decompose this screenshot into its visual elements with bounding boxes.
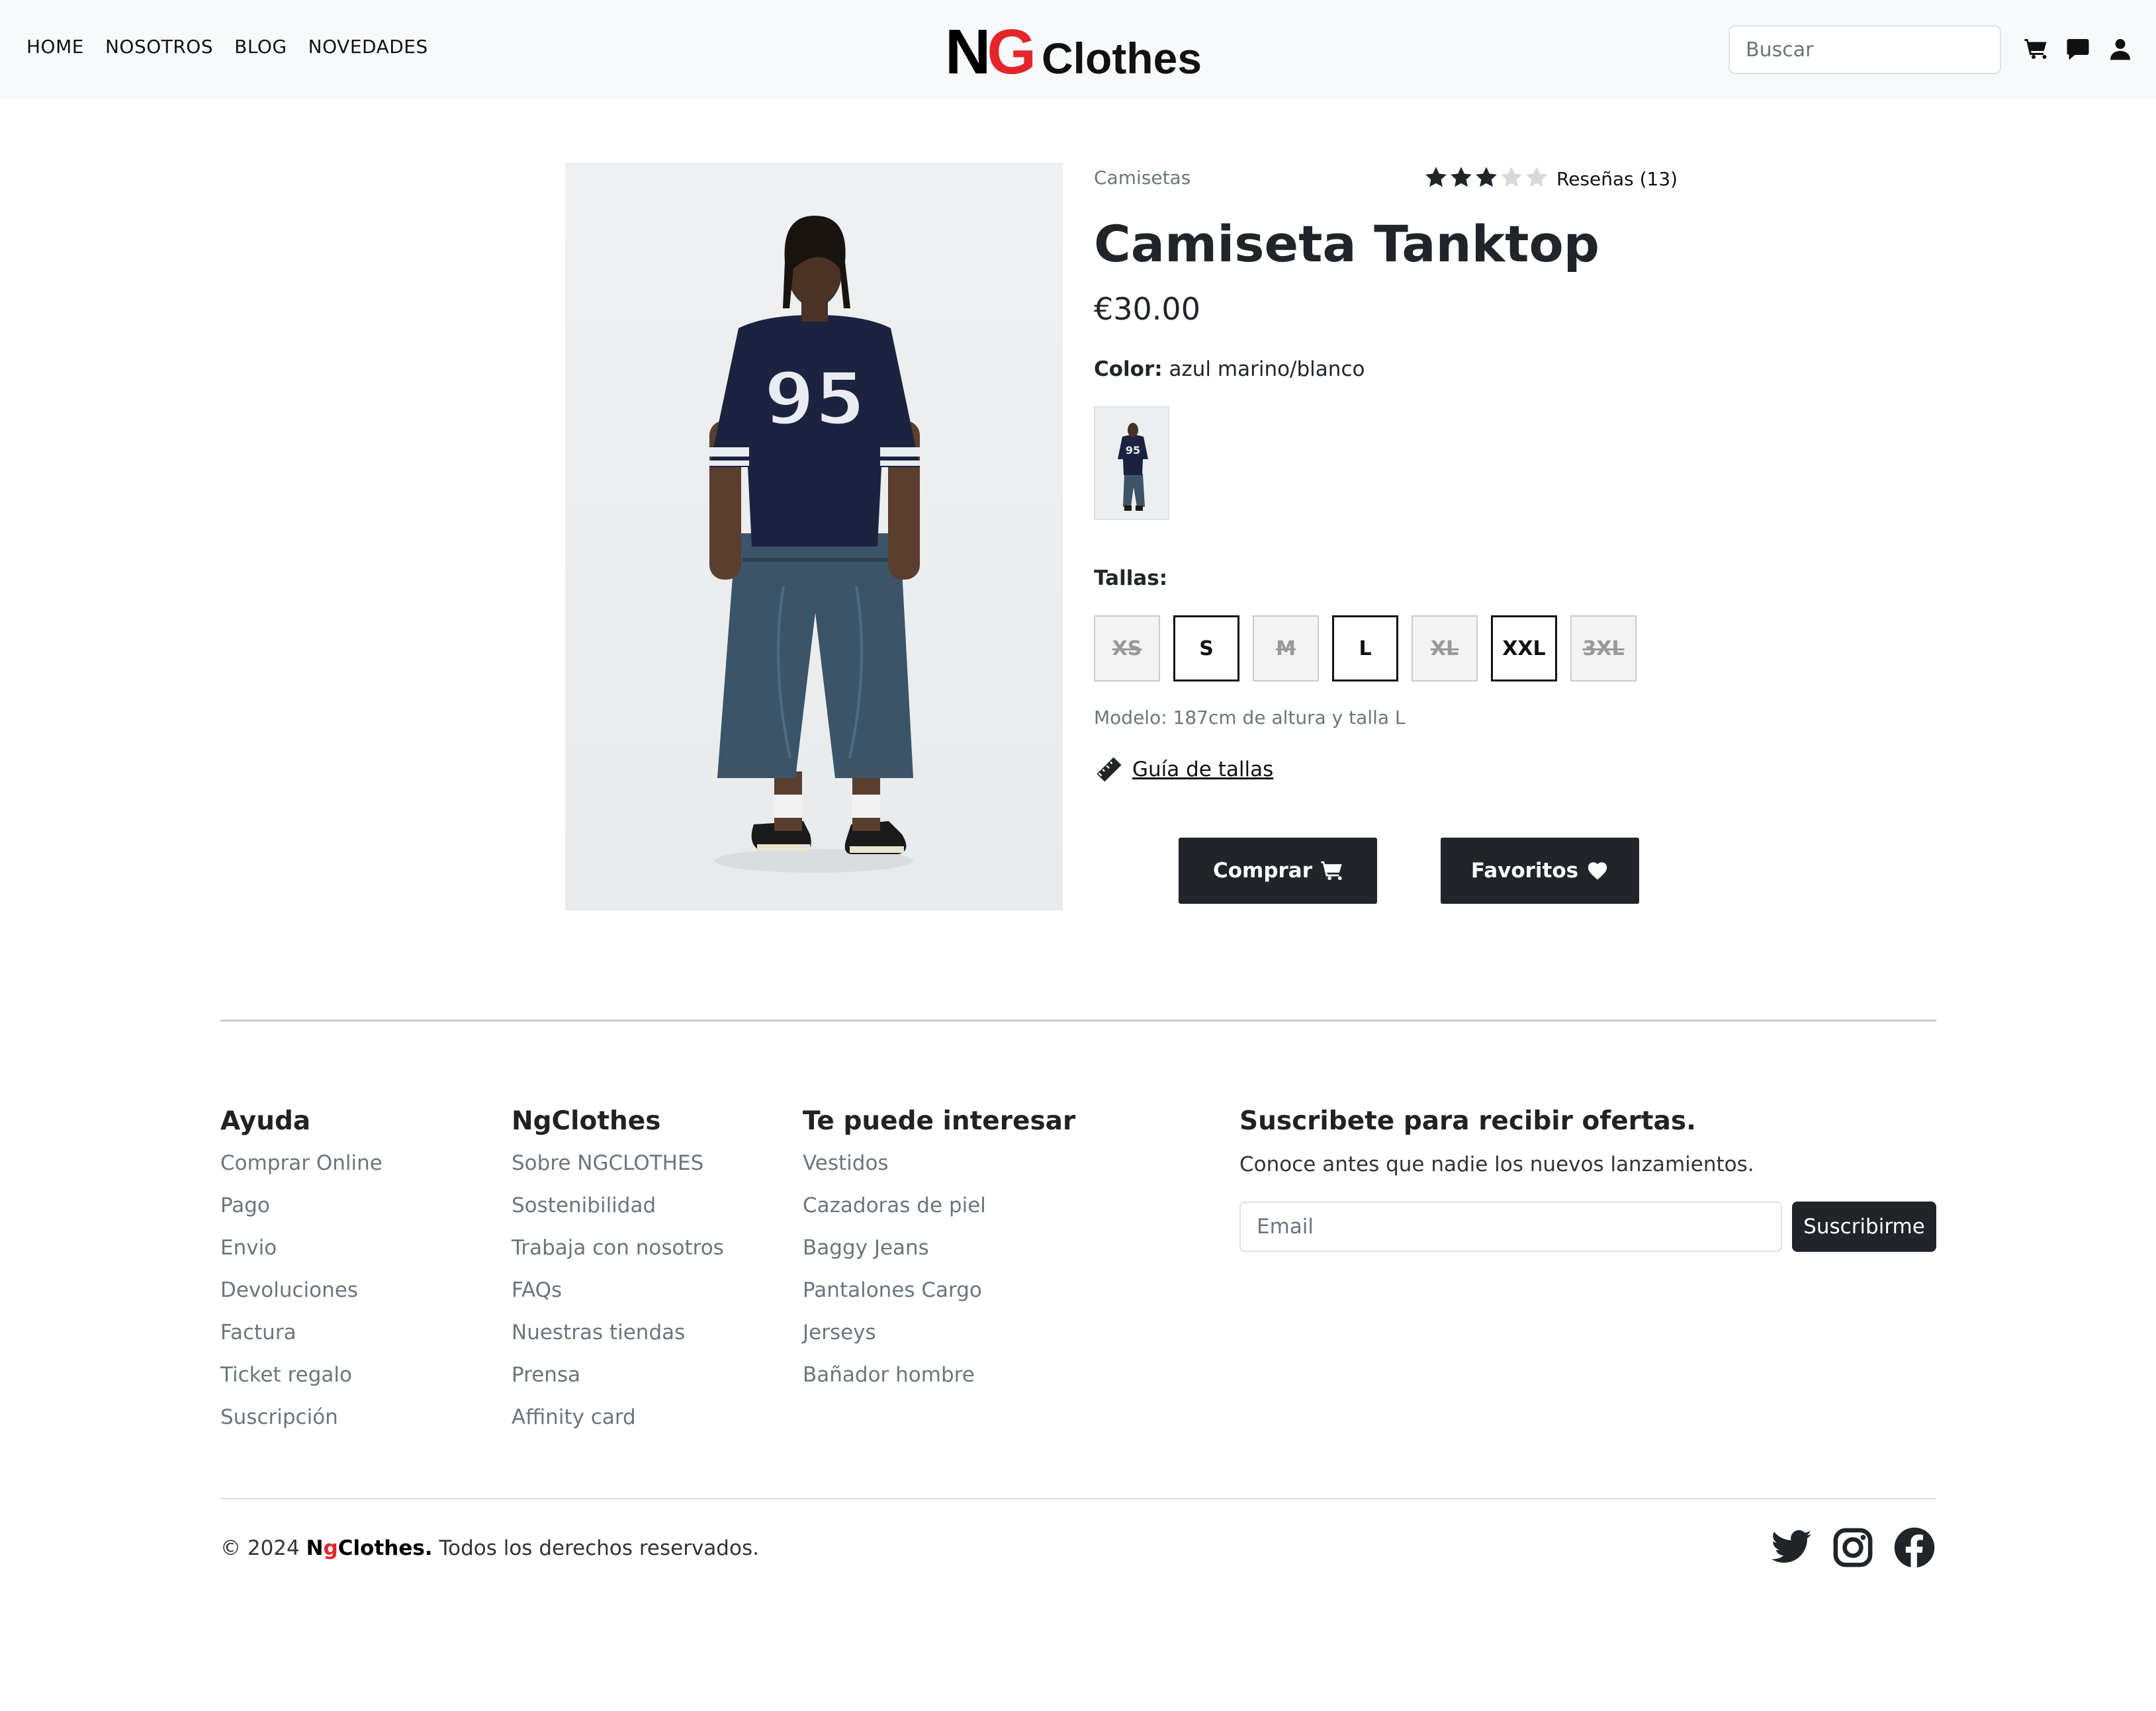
size-guide-label: Guía de tallas xyxy=(1132,758,1274,781)
footer-link[interactable]: Pantalones Cargo xyxy=(803,1278,986,1321)
footer-link[interactable]: Nuestras tiendas xyxy=(512,1321,724,1363)
footer-interest-title: Te puede interesar xyxy=(803,1106,1076,1136)
footer-link[interactable]: Comprar Online xyxy=(220,1151,382,1194)
color-label: Color: xyxy=(1094,357,1163,381)
favorites-button-label: Favoritos xyxy=(1470,859,1579,883)
nav-novedades[interactable]: NOVEDADES xyxy=(308,36,428,58)
product-title: Camiseta Tanktop xyxy=(1094,214,1600,273)
size-selector: XS S M L XL XXL 3XL xyxy=(1094,615,1637,681)
navbar: HOME NOSOTROS BLOG NOVEDADES N G Clothes xyxy=(0,0,2156,99)
subscribe-title: Suscribete para recibir ofertas. xyxy=(1239,1106,1696,1136)
jersey-number: 95 xyxy=(764,357,865,441)
instagram-icon[interactable] xyxy=(1831,1526,1875,1569)
size-option-xl[interactable]: XL xyxy=(1412,615,1478,681)
footer-link[interactable]: Jerseys xyxy=(803,1321,986,1363)
logo-wordmark: Clothes xyxy=(1042,34,1202,83)
size-option-xxl[interactable]: XXL xyxy=(1491,615,1557,681)
footer-company-title: NgClothes xyxy=(512,1106,661,1136)
cart-icon xyxy=(1321,861,1342,881)
product-category[interactable]: Camisetas xyxy=(1094,167,1190,189)
user-icon[interactable] xyxy=(2108,37,2132,61)
size-option-3xl[interactable]: 3XL xyxy=(1570,615,1637,681)
copyright-prefix: © 2024 xyxy=(220,1536,306,1560)
footer-link[interactable]: Pago xyxy=(220,1194,382,1236)
star-icon xyxy=(1476,167,1497,187)
footer-help-list: Comprar Online Pago Envio Devoluciones F… xyxy=(220,1151,382,1448)
size-option-xs[interactable]: XS xyxy=(1094,615,1160,681)
nav-nosotros[interactable]: NOSOTROS xyxy=(105,36,213,58)
brand-logo[interactable]: N G Clothes xyxy=(945,16,1202,89)
color-info: Color: azul marino/blanco xyxy=(1094,357,1365,381)
footer-company-list: Sobre NGCLOTHES Sostenibilidad Trabaja c… xyxy=(512,1151,724,1448)
footer-link[interactable]: Devoluciones xyxy=(220,1278,382,1321)
footer-link[interactable]: Envio xyxy=(220,1236,382,1278)
footer-divider-bottom xyxy=(220,1498,1936,1499)
search-input[interactable] xyxy=(1729,25,2001,74)
footer-link[interactable]: Factura xyxy=(220,1321,382,1363)
color-value: azul marino/blanco xyxy=(1162,357,1365,381)
footer-interest-list: Vestidos Cazadoras de piel Baggy Jeans P… xyxy=(803,1151,986,1405)
footer-link[interactable]: Cazadoras de piel xyxy=(803,1194,986,1236)
star-empty-icon xyxy=(1501,167,1522,187)
heart-icon xyxy=(1588,862,1607,880)
size-option-l[interactable]: L xyxy=(1332,615,1398,681)
footer-link[interactable]: FAQs xyxy=(512,1278,724,1321)
copyright-text: © 2024 NgClothes. Todos los derechos res… xyxy=(220,1536,759,1560)
copyright-brand-rest: Clothes. xyxy=(337,1536,433,1560)
nav-blog[interactable]: BLOG xyxy=(234,36,287,58)
model-note: Modelo: 187cm de altura y talla L xyxy=(1094,707,1406,728)
thumbnail-number: 95 xyxy=(1126,444,1140,457)
nav-home[interactable]: HOME xyxy=(26,36,84,58)
footer-link[interactable]: Ticket regalo xyxy=(220,1363,382,1405)
favorites-button[interactable]: Favoritos xyxy=(1441,838,1639,904)
footer-link[interactable]: Affinity card xyxy=(512,1405,724,1448)
size-guide-link[interactable]: Guía de tallas xyxy=(1094,754,1273,785)
rating-stars xyxy=(1424,165,1549,189)
subscribe-button[interactable]: Suscribirme xyxy=(1792,1202,1936,1252)
star-icon xyxy=(1425,167,1447,187)
star-empty-icon xyxy=(1526,167,1547,187)
footer-link[interactable]: Vestidos xyxy=(803,1151,986,1194)
size-option-m[interactable]: M xyxy=(1253,615,1319,681)
ruler-icon xyxy=(1095,755,1124,784)
copyright-brand-n: N xyxy=(306,1536,324,1560)
buy-button-label: Comprar xyxy=(1212,859,1313,883)
footer-divider-top xyxy=(220,1020,1936,1022)
product-price: €30.00 xyxy=(1094,291,1200,327)
footer-link[interactable]: Trabaja con nosotros xyxy=(512,1236,724,1278)
logo-letter-g: G xyxy=(987,17,1036,87)
chat-icon[interactable] xyxy=(2066,37,2090,61)
cart-icon[interactable] xyxy=(2024,37,2047,61)
buy-button[interactable]: Comprar xyxy=(1179,838,1377,904)
copyright-brand-g: g xyxy=(323,1536,338,1560)
footer-link[interactable]: Prensa xyxy=(512,1363,724,1405)
footer-link[interactable]: Sobre NGCLOTHES xyxy=(512,1151,724,1194)
footer-link[interactable]: Baggy Jeans xyxy=(803,1236,986,1278)
footer-link[interactable]: Suscripción xyxy=(220,1405,382,1448)
color-swatch-thumbnail[interactable]: 95 xyxy=(1094,406,1169,520)
footer-link[interactable]: Sostenibilidad xyxy=(512,1194,724,1236)
email-field[interactable] xyxy=(1239,1202,1782,1252)
copyright-suffix: Todos los derechos reservados. xyxy=(432,1536,759,1560)
subscribe-description: Conoce antes que nadie los nuevos lanzam… xyxy=(1239,1153,1754,1176)
twitter-icon[interactable] xyxy=(1770,1526,1813,1569)
facebook-icon[interactable] xyxy=(1893,1526,1936,1569)
size-option-s[interactable]: S xyxy=(1173,615,1239,681)
reviews-link[interactable]: Reseñas (13) xyxy=(1556,168,1678,190)
star-icon xyxy=(1451,167,1472,187)
sizes-label: Tallas: xyxy=(1094,566,1168,590)
footer-help-title: Ayuda xyxy=(220,1106,311,1136)
main-nav: HOME NOSOTROS BLOG NOVEDADES xyxy=(26,36,428,58)
logo-letter-n: N xyxy=(945,17,991,87)
product-image[interactable]: 95 xyxy=(565,163,1063,910)
footer-link[interactable]: Bañador hombre xyxy=(803,1363,986,1405)
